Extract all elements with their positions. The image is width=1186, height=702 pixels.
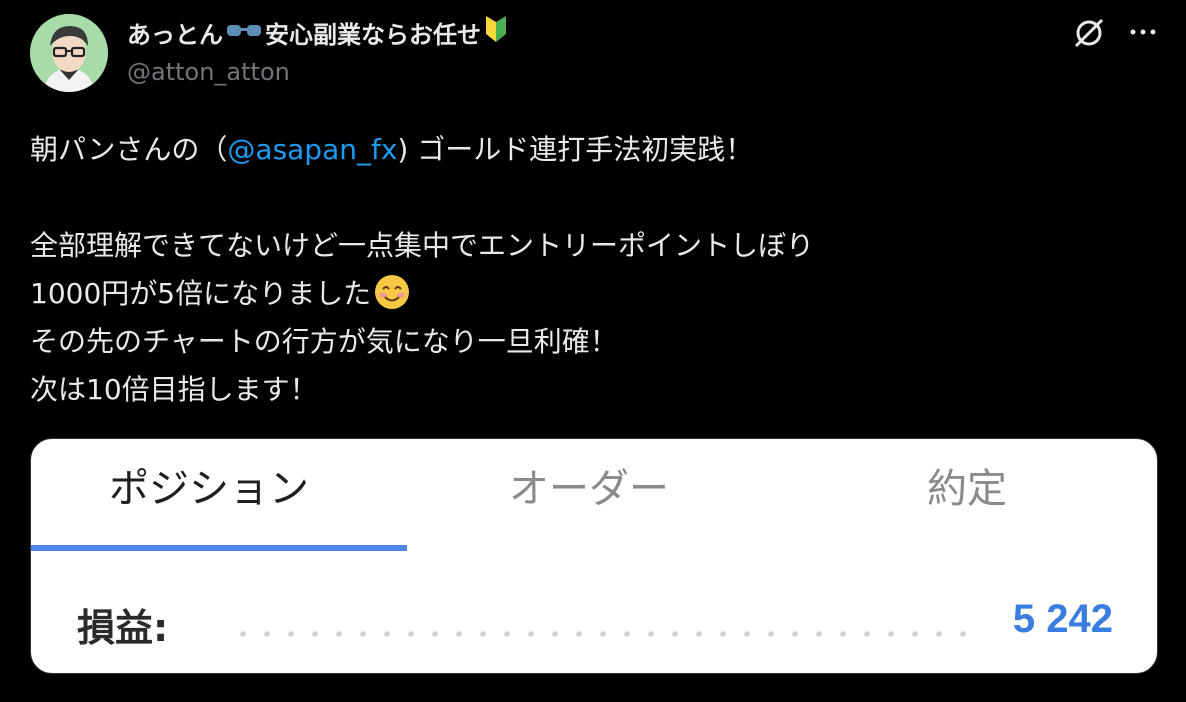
tab-orders[interactable]: オーダー [509, 459, 669, 519]
smiling-face-icon [373, 273, 411, 311]
tab-executions[interactable]: 約定 [927, 459, 1007, 519]
dotted-leader [231, 631, 971, 637]
author-handle[interactable]: @atton_atton [127, 58, 290, 86]
author-display-name[interactable]: あっとん 安心副業ならお任せ [127, 14, 511, 50]
tweet-line-4: その先のチャートの行方が気になり一旦利確！ [30, 325, 618, 358]
more-options-icon[interactable] [1126, 18, 1160, 46]
tweet-line-1: 朝パンさんの（@asapan_fx) ゴールド連打手法初実践！ [30, 126, 1160, 174]
pnl-label: 損益: [77, 606, 169, 650]
avatar[interactable] [30, 14, 108, 92]
tweet-line-3: 1000円が5倍になりました [30, 270, 1160, 318]
beginner-mark-icon [483, 14, 509, 50]
tweet-line-5: 次は10倍目指します！ [30, 373, 318, 406]
pnl-value: 5 242 [1012, 597, 1113, 641]
eyeglasses-icon [225, 18, 263, 46]
mention-link[interactable]: @asapan_fx [227, 133, 397, 166]
active-tab-indicator [31, 545, 407, 551]
tweet-body: 朝パンさんの（@asapan_fx) ゴールド連打手法初実践！ 全部理解できてな… [30, 126, 1160, 414]
tweet-line-1-suffix: ) ゴールド連打手法初実践！ [397, 133, 754, 166]
author-name-suffix: 安心副業ならお任せ [265, 20, 481, 49]
attached-image-card[interactable]: ポジション オーダー 約定 損益: 5 242 [30, 438, 1158, 674]
tab-positions[interactable]: ポジション [109, 459, 309, 519]
author-name-text: あっとん [127, 20, 223, 49]
grok-icon[interactable] [1072, 16, 1106, 50]
tweet-line-2: 全部理解できてないけど一点集中でエントリーポイントしぼり [30, 229, 815, 262]
tweet-line-3-text: 1000円が5倍になりました [30, 277, 372, 310]
tweet-line-1-prefix: 朝パンさんの（ [30, 133, 228, 166]
